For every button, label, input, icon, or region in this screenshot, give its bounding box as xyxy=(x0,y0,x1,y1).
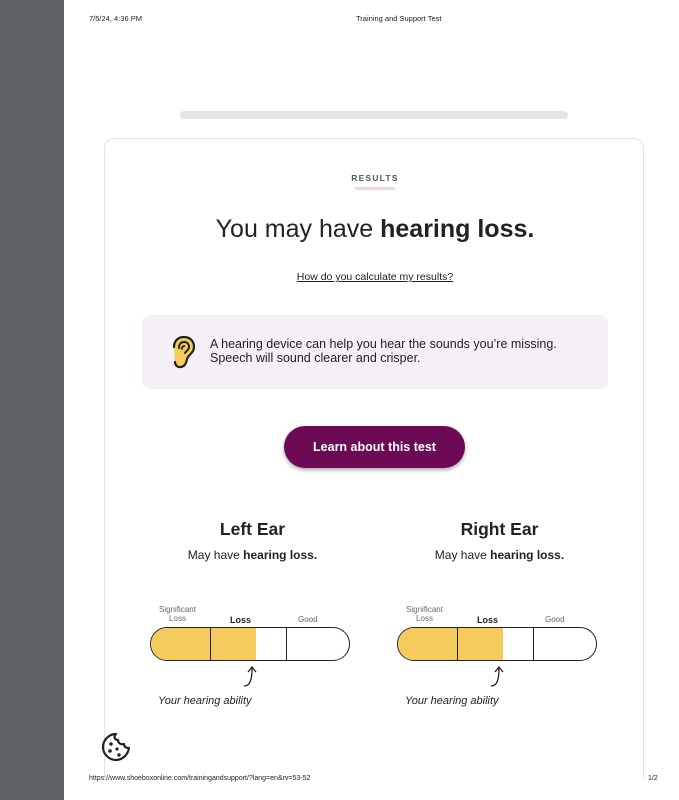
results-card: RESULTS You may have hearing loss. How d… xyxy=(104,138,644,778)
ear-title: Right Ear xyxy=(460,519,539,539)
print-header-title: Training and Support Test xyxy=(356,14,442,23)
hearing-meter xyxy=(397,627,597,661)
ear-subtitle-text: May have xyxy=(434,548,491,562)
hearing-ability-label: Your hearing ability xyxy=(405,695,499,707)
hearing-meter-fill xyxy=(151,628,256,660)
scale-label-good: Good xyxy=(545,615,565,624)
progress-bar xyxy=(180,111,568,119)
hearing-meter-fill xyxy=(398,628,503,660)
arrow-up-icon xyxy=(490,665,504,687)
ear-subtitle-bold: hearing loss. xyxy=(490,548,565,562)
arrow-up-icon xyxy=(243,665,257,687)
meter-divider xyxy=(457,628,459,660)
ear-subtitle: May have hearing loss. xyxy=(150,548,355,562)
hearing-ability-label: Your hearing ability xyxy=(158,695,252,707)
info-text: A hearing device can help you hear the s… xyxy=(210,337,557,365)
meter-divider xyxy=(286,628,288,660)
print-header-date: 7/5/24, 4:36 PM xyxy=(89,14,142,23)
left-ear-result: Left Ear May have hearing loss. Signific… xyxy=(150,519,355,707)
cookie-icon[interactable] xyxy=(100,731,132,763)
headline-text: You may have xyxy=(215,215,381,243)
print-footer-page-number: 1/2 xyxy=(648,775,658,782)
results-headline: You may have hearing loss. xyxy=(105,215,645,244)
info-box: A hearing device can help you hear the s… xyxy=(142,315,608,389)
scale-label-significant-loss: Significant Loss xyxy=(159,605,196,623)
meter-divider xyxy=(533,628,535,660)
ear-subtitle: May have hearing loss. xyxy=(397,548,602,562)
hearing-meter xyxy=(150,627,350,661)
ear-title: Left Ear xyxy=(219,519,286,539)
scale-label-significant-loss: Significant Loss xyxy=(406,605,443,623)
scale-label-loss: Loss xyxy=(477,615,499,625)
scale-labels: Significant Loss Loss Good xyxy=(150,605,355,629)
ear-icon xyxy=(172,335,196,369)
scale-labels: Significant Loss Loss Good xyxy=(397,605,602,629)
right-ear-result: Right Ear May have hearing loss. Signifi… xyxy=(397,519,602,707)
headline-bold: hearing loss. xyxy=(380,215,535,243)
scale-label-good: Good xyxy=(298,615,318,624)
learn-about-test-button[interactable]: Learn about this test xyxy=(284,426,465,468)
calculate-results-link[interactable]: How do you calculate my results? xyxy=(105,271,645,283)
browser-side-strip xyxy=(0,0,64,800)
print-footer-url: https://www.shoeboxonline.com/trainingan… xyxy=(89,775,311,782)
results-label-underline xyxy=(355,187,395,190)
ear-subtitle-bold: hearing loss. xyxy=(243,548,318,562)
results-label: RESULTS xyxy=(351,173,399,183)
meter-divider xyxy=(210,628,212,660)
ear-subtitle-text: May have xyxy=(187,548,244,562)
scale-label-loss: Loss xyxy=(230,615,252,625)
